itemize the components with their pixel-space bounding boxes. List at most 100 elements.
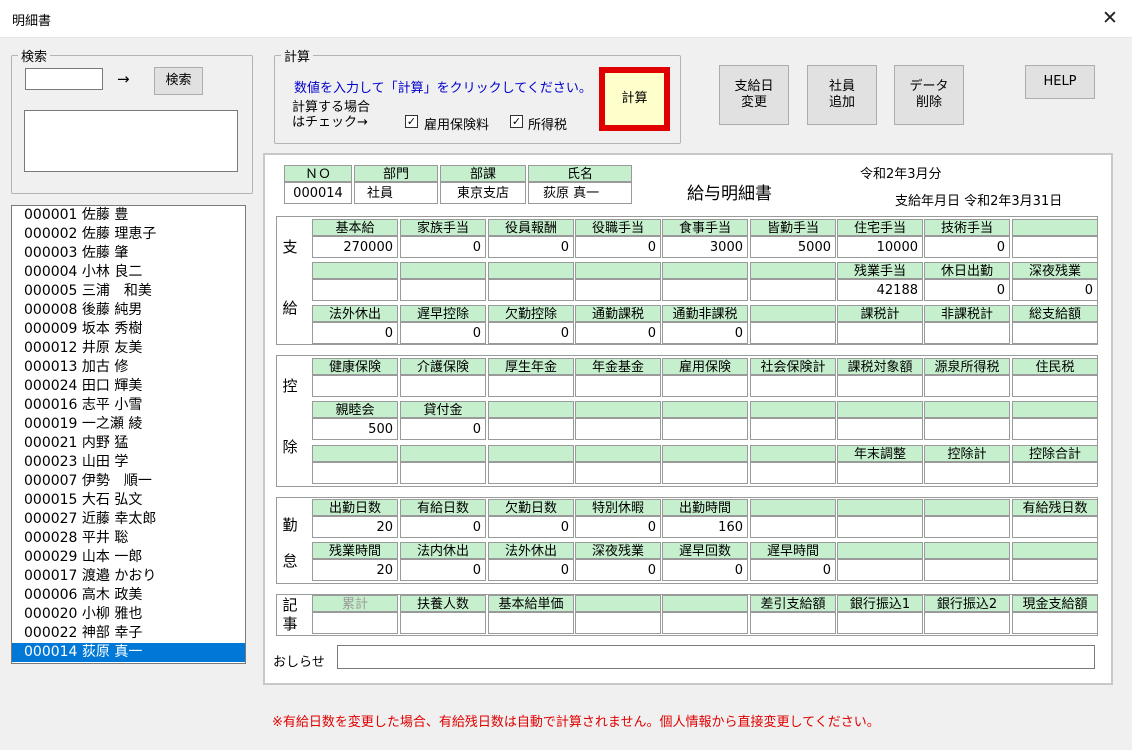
employee-list-item[interactable]: 000002 佐藤 理恵子	[12, 225, 245, 244]
change-pay-date-button[interactable]: 支給日 変更	[719, 65, 789, 125]
deduction-r1-value-8[interactable]	[1012, 375, 1098, 397]
payment-r1-value-4[interactable]: 3000	[662, 236, 748, 258]
section-value[interactable]: 東京支店	[440, 182, 526, 204]
name-value[interactable]: 荻原 真一	[528, 182, 632, 204]
search-input[interactable]	[25, 68, 103, 90]
deduction-r1-value-4[interactable]	[662, 375, 748, 397]
employee-list-item[interactable]: 000021 内野 猛	[12, 434, 245, 453]
employee-list-item[interactable]: 000001 佐藤 豊	[12, 206, 245, 225]
attendance-r1-value-3[interactable]: 0	[575, 516, 661, 538]
employment-insurance-checkbox[interactable]: ✓	[405, 115, 418, 128]
deduction-r2-value-0[interactable]: 500	[312, 418, 398, 440]
attendance-r2-value-4[interactable]: 0	[662, 559, 748, 581]
employee-list-item[interactable]: 000016 志平 小雪	[12, 396, 245, 415]
employee-list-item[interactable]: 000027 近藤 幸太郎	[12, 510, 245, 529]
dept-value[interactable]: 社員	[354, 182, 438, 204]
deduction-r2-value-5[interactable]	[750, 418, 836, 440]
deduction-r1-value-7[interactable]	[924, 375, 1010, 397]
deduction-r2-value-4[interactable]	[662, 418, 748, 440]
search-button[interactable]: 検索	[154, 67, 203, 95]
attendance-r1-value-6[interactable]	[837, 516, 923, 538]
employee-list-item[interactable]: 000012 井原 友美	[12, 339, 245, 358]
deduction-r3-value-5[interactable]	[750, 462, 836, 484]
attendance-r2-value-1[interactable]: 0	[400, 559, 486, 581]
employee-list-item[interactable]: 000007 伊勢 順一	[12, 472, 245, 491]
notes-r1-value-8[interactable]	[1012, 612, 1098, 634]
payment-r1-value-6[interactable]: 10000	[837, 236, 923, 258]
deduction-r3-value-8[interactable]	[1012, 462, 1098, 484]
payment-r3-value-5[interactable]	[750, 322, 836, 344]
deduction-r2-value-7[interactable]	[924, 418, 1010, 440]
attendance-r2-value-3[interactable]: 0	[575, 559, 661, 581]
deduction-r3-value-3[interactable]	[575, 462, 661, 484]
attendance-r2-value-6[interactable]	[837, 559, 923, 581]
employee-list-item[interactable]: 000020 小柳 雅也	[12, 605, 245, 624]
notes-r1-value-0[interactable]	[312, 612, 398, 634]
employee-list-item[interactable]: 000023 山田 学	[12, 453, 245, 472]
deduction-r1-value-2[interactable]	[488, 375, 574, 397]
payment-r2-value-4[interactable]	[662, 279, 748, 301]
employee-list[interactable]: 000001 佐藤 豊 000002 佐藤 理恵子 000003 佐藤 肇 00000…	[11, 205, 246, 664]
attendance-r1-value-5[interactable]	[750, 516, 836, 538]
employee-list-item[interactable]: 000019 一之瀬 綾	[12, 415, 245, 434]
employee-list-item[interactable]: 000029 山本 一郎	[12, 548, 245, 567]
payment-r3-value-2[interactable]: 0	[488, 322, 574, 344]
no-value[interactable]: 000014	[284, 182, 352, 204]
attendance-r2-value-7[interactable]	[924, 559, 1010, 581]
payment-r1-value-0[interactable]: 270000	[312, 236, 398, 258]
notes-r1-value-3[interactable]	[575, 612, 661, 634]
deduction-r2-value-2[interactable]	[488, 418, 574, 440]
deduction-r2-value-1[interactable]: 0	[400, 418, 486, 440]
employee-list-item[interactable]: 000028 平井 聡	[12, 529, 245, 548]
payment-r2-value-6[interactable]: 42188	[837, 279, 923, 301]
attendance-r1-value-8[interactable]	[1012, 516, 1098, 538]
payment-r2-value-1[interactable]	[400, 279, 486, 301]
deduction-r2-value-3[interactable]	[575, 418, 661, 440]
notes-r1-value-7[interactable]	[924, 612, 1010, 634]
deduction-r3-value-6[interactable]	[837, 462, 923, 484]
attendance-r1-value-2[interactable]: 0	[488, 516, 574, 538]
attendance-r2-value-2[interactable]: 0	[488, 559, 574, 581]
employee-list-item[interactable]: 000013 加古 修	[12, 358, 245, 377]
payment-r1-value-3[interactable]: 0	[575, 236, 661, 258]
payment-r1-value-2[interactable]: 0	[488, 236, 574, 258]
employee-list-item[interactable]: 000009 坂本 秀樹	[12, 320, 245, 339]
deduction-r2-value-6[interactable]	[837, 418, 923, 440]
payment-r2-value-2[interactable]	[488, 279, 574, 301]
attendance-r2-value-0[interactable]: 20	[312, 559, 398, 581]
payment-r1-value-7[interactable]: 0	[924, 236, 1010, 258]
attendance-r1-value-1[interactable]: 0	[400, 516, 486, 538]
payment-r3-value-4[interactable]: 0	[662, 322, 748, 344]
attendance-r2-value-5[interactable]: 0	[750, 559, 836, 581]
payment-r2-value-5[interactable]	[750, 279, 836, 301]
attendance-r2-value-8[interactable]	[1012, 559, 1098, 581]
employee-list-item[interactable]: 000022 神部 幸子	[12, 624, 245, 643]
deduction-r1-value-5[interactable]	[750, 375, 836, 397]
payment-r3-value-6[interactable]	[837, 322, 923, 344]
payment-r1-value-5[interactable]: 5000	[750, 236, 836, 258]
payment-r2-value-7[interactable]: 0	[924, 279, 1010, 301]
employee-list-item[interactable]: 000014 荻原 真一	[12, 643, 245, 662]
attendance-r1-value-7[interactable]	[924, 516, 1010, 538]
attendance-r1-value-4[interactable]: 160	[662, 516, 748, 538]
employee-list-item[interactable]: 000015 大石 弘文	[12, 491, 245, 510]
income-tax-checkbox[interactable]: ✓	[510, 115, 523, 128]
help-button[interactable]: HELP	[1025, 65, 1095, 99]
employee-list-item[interactable]: 000006 高木 政美	[12, 586, 245, 605]
employee-list-item[interactable]: 000004 小林 良二	[12, 263, 245, 282]
deduction-r3-value-0[interactable]	[312, 462, 398, 484]
payment-r3-value-3[interactable]: 0	[575, 322, 661, 344]
delete-data-button[interactable]: データ 削除	[894, 65, 964, 125]
employee-list-item[interactable]: 000017 渡邉 かおり	[12, 567, 245, 586]
deduction-r2-value-8[interactable]	[1012, 418, 1098, 440]
deduction-r1-value-6[interactable]	[837, 375, 923, 397]
calc-button[interactable]: 計算	[599, 67, 670, 131]
notes-r1-value-2[interactable]	[488, 612, 574, 634]
employee-list-item[interactable]: 000005 三浦 和美	[12, 282, 245, 301]
deduction-r3-value-7[interactable]	[924, 462, 1010, 484]
payment-r3-value-8[interactable]	[1012, 322, 1098, 344]
notice-input[interactable]	[337, 645, 1095, 669]
notes-r1-value-4[interactable]	[662, 612, 748, 634]
close-icon[interactable]: ✕	[1096, 4, 1124, 32]
payment-r2-value-0[interactable]	[312, 279, 398, 301]
